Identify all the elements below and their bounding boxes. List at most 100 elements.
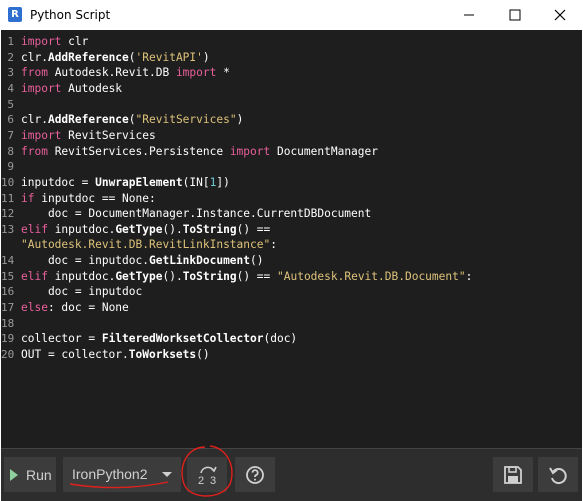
line-number: 16 bbox=[1, 285, 15, 299]
line-number: 17 bbox=[1, 301, 15, 315]
help-button[interactable] bbox=[235, 457, 275, 492]
window-title: Python Script bbox=[30, 8, 111, 22]
code-token: (). bbox=[162, 269, 183, 283]
code-token: import bbox=[21, 35, 62, 48]
code-line: 12 doc = DocumentManager.Instance.Curren… bbox=[1, 206, 582, 222]
code-text: else: doc = None bbox=[21, 300, 129, 316]
code-text: import RevitServices bbox=[21, 128, 156, 144]
code-token: clr. bbox=[21, 50, 48, 64]
code-token: AddReference bbox=[47, 113, 129, 127]
code-text: clr.AddReference('RevitAPI') bbox=[21, 50, 210, 66]
line-number: 11 bbox=[1, 191, 15, 205]
code-line: 9 bbox=[1, 159, 582, 175]
code-line: 19 collector = FilteredWorksetCollector(d… bbox=[1, 331, 582, 347]
code-token: GetLinkDocument bbox=[148, 254, 251, 268]
maximize-icon bbox=[509, 9, 521, 21]
code-token: () == bbox=[236, 222, 271, 236]
code-text: doc = DocumentManager.Instance.CurrentDB… bbox=[21, 206, 371, 222]
code-line: 13 elif inputdoc.GetType().ToString() == bbox=[1, 222, 582, 238]
code-token: elif bbox=[21, 222, 48, 236]
code-token: ( bbox=[128, 50, 136, 64]
code-token: * bbox=[216, 66, 230, 80]
code-token: RevitServices bbox=[61, 128, 156, 142]
code-token: 'RevitAPI' bbox=[135, 50, 203, 64]
code-text: collector = FilteredWorksetCollector(doc… bbox=[21, 331, 297, 347]
close-icon bbox=[554, 9, 566, 21]
help-icon bbox=[246, 465, 264, 484]
code-line: 3 from Autodesk.Revit.DB import * bbox=[1, 65, 582, 81]
code-line: 20 OUT = collector.ToWorksets() bbox=[1, 347, 582, 363]
code-token: ) bbox=[202, 50, 210, 64]
run-label: Run bbox=[26, 466, 52, 483]
code-token: doc = inputdoc. bbox=[21, 254, 149, 268]
engine-selected-value: IronPython2 bbox=[72, 466, 148, 482]
code-line: 17 else: doc = None bbox=[1, 300, 582, 316]
code-token: from bbox=[21, 144, 48, 158]
code-editor[interactable]: 1 import clr 2 clr.AddReference('RevitAPI')… bbox=[1, 30, 582, 448]
line-number: 3 bbox=[7, 66, 14, 80]
code-line: 11 if inputdoc == None: bbox=[1, 191, 582, 207]
migrate-python-button[interactable]: 2 3 bbox=[187, 457, 227, 492]
title-bar: R Python Script bbox=[0, 0, 583, 30]
code-line: 10 inputdoc = UnwrapElement(IN[1]) bbox=[1, 175, 582, 191]
close-button[interactable] bbox=[537, 0, 583, 30]
code-token: ToString bbox=[182, 269, 237, 283]
line-number: 14 bbox=[1, 254, 15, 268]
code-token: clr bbox=[61, 35, 89, 48]
revert-icon bbox=[549, 466, 567, 484]
code-token: : bbox=[270, 238, 277, 252]
code-text: inputdoc = UnwrapElement(IN[1]) bbox=[21, 175, 230, 191]
code-text: elif inputdoc.GetType().ToString() == bbox=[21, 222, 270, 238]
code-text: "Autodesk.Revit.DB.RevitLinkInstance": bbox=[21, 237, 277, 253]
code-token: AddReference bbox=[47, 50, 129, 64]
line-number: 18 bbox=[1, 316, 15, 330]
line-number: 15 bbox=[1, 269, 15, 283]
line-number: 20 bbox=[1, 348, 15, 361]
minimize-icon bbox=[464, 14, 474, 16]
python-engine-dropdown[interactable]: IronPython2 bbox=[63, 457, 181, 492]
line-number: 7 bbox=[7, 128, 14, 142]
code-token: inputdoc. bbox=[47, 269, 116, 283]
code-token: ToWorksets bbox=[128, 348, 197, 361]
code-token: from bbox=[21, 66, 48, 80]
code-token: "Autodesk.Revit.DB.RevitLinkInstance" bbox=[21, 238, 271, 252]
code-token: FilteredWorksetCollector bbox=[101, 332, 264, 346]
code-line: 4 import Autodesk bbox=[1, 81, 582, 97]
revert-button[interactable] bbox=[538, 457, 578, 492]
code-text: elif inputdoc.GetType().ToString() == "A… bbox=[21, 269, 472, 285]
run-button[interactable]: Run bbox=[4, 457, 56, 492]
code-line: 16 doc = inputdoc bbox=[1, 284, 582, 300]
code-token: RevitServices.Persistence bbox=[47, 144, 230, 158]
line-number: 13 bbox=[1, 222, 15, 236]
code-token: "Autodesk.Revit.DB.Document" bbox=[277, 269, 466, 283]
line-number: 10 bbox=[1, 175, 15, 189]
line-number: 2 bbox=[7, 50, 14, 64]
code-token: if bbox=[21, 191, 35, 205]
code-token: Autodesk bbox=[61, 81, 123, 95]
code-token: () bbox=[250, 254, 264, 268]
migrate-digit-to: 3 bbox=[210, 475, 216, 487]
code-token: : doc = None bbox=[47, 301, 129, 315]
code-token: () == bbox=[236, 269, 277, 283]
code-token: (). bbox=[162, 222, 183, 236]
code-token: Autodesk.Revit.DB bbox=[47, 66, 176, 80]
code-token: clr. bbox=[21, 113, 48, 127]
code-token: import bbox=[175, 66, 217, 80]
code-text: import Autodesk bbox=[21, 81, 122, 97]
line-number: 5 bbox=[7, 97, 14, 111]
maximize-button[interactable] bbox=[492, 0, 538, 30]
minimize-button[interactable] bbox=[446, 0, 492, 30]
code-token: (doc) bbox=[263, 332, 298, 346]
code-token: import bbox=[21, 128, 62, 142]
code-token: inputdoc. bbox=[47, 222, 116, 236]
code-token: : bbox=[465, 269, 473, 283]
code-token: elif bbox=[21, 269, 48, 283]
code-token: else bbox=[21, 301, 48, 315]
save-button[interactable] bbox=[493, 457, 533, 492]
line-number: 9 bbox=[7, 160, 14, 174]
code-token: OUT = collector. bbox=[21, 348, 129, 361]
code-token: inputdoc = bbox=[21, 175, 96, 189]
chevron-down-icon bbox=[162, 472, 172, 477]
code-token: () bbox=[196, 348, 210, 361]
code-token: inputdoc == None: bbox=[34, 191, 156, 205]
